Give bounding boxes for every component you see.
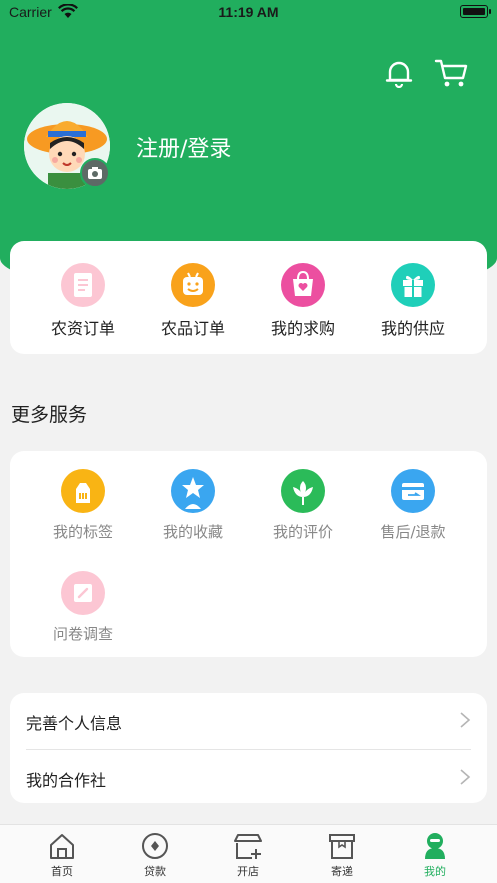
tab-label: 首页 (51, 865, 73, 878)
settings-row-complete-profile[interactable]: 完善个人信息 (10, 693, 487, 750)
order-item-agri-supplies[interactable]: 农资订单 (28, 263, 138, 339)
service-item-label: 我的评价 (272, 523, 333, 541)
settings-list: 完善个人信息 我的合作社 (10, 693, 487, 803)
home-icon (50, 834, 74, 859)
order-item-label: 农资订单 (50, 319, 115, 338)
tag-icon (61, 469, 105, 513)
battery-icon (460, 5, 491, 18)
tab-delivery[interactable]: 寄递 (312, 831, 372, 879)
survey-icon (61, 571, 105, 615)
order-item-my-supply[interactable]: 我的供应 (358, 263, 468, 339)
document-icon (61, 263, 105, 307)
login-register-link[interactable]: 注册/登录 (136, 131, 231, 163)
tab-mine[interactable]: 我的 (405, 831, 465, 879)
star-person-icon (171, 469, 215, 513)
tab-label: 贷款 (144, 865, 166, 878)
settings-row-my-cooperative[interactable]: 我的合作社 (10, 750, 487, 803)
tab-loan[interactable]: 贷款 (125, 831, 185, 879)
tab-open-shop[interactable]: 开店 (218, 831, 278, 879)
loan-icon (142, 833, 168, 859)
orders-card: 农资订单 农品订单 我的求购 我的供应 (10, 241, 487, 354)
cart-icon[interactable] (434, 58, 468, 88)
service-item-my-reviews[interactable]: 我的评价 (248, 469, 358, 542)
more-services-title: 更多服务 (11, 404, 88, 426)
order-item-agri-products[interactable]: 农品订单 (138, 263, 248, 339)
service-item-label: 问卷调查 (52, 625, 113, 643)
service-item-my-favorites[interactable]: 我的收藏 (138, 469, 248, 542)
order-item-label: 农品订单 (160, 319, 225, 338)
services-card: 我的标签 我的收藏 我的评价 售后/退款 问卷调查 (10, 451, 487, 657)
chevron-right-icon (460, 712, 471, 728)
settings-row-label: 我的合作社 (26, 771, 107, 790)
profile-icon (425, 833, 445, 859)
smile-bag-icon (171, 263, 215, 307)
tab-label: 开店 (237, 865, 259, 878)
service-item-survey[interactable]: 问卷调查 (28, 571, 138, 644)
status-bar: Carrier 11:19 AM (0, 0, 497, 26)
service-item-label: 我的标签 (52, 523, 113, 541)
leaf-icon (281, 469, 325, 513)
clock: 11:19 AM (218, 4, 279, 20)
service-item-label: 我的收藏 (162, 523, 223, 541)
delivery-icon (329, 834, 355, 859)
camera-icon[interactable] (80, 158, 110, 188)
service-item-after-sales[interactable]: 售后/退款 (358, 469, 468, 542)
service-item-label: 售后/退款 (380, 523, 446, 541)
tab-label: 寄递 (331, 865, 353, 878)
order-item-my-purchase[interactable]: 我的求购 (248, 263, 358, 339)
tab-bar: 首页 贷款 开店 寄递 我的 (0, 824, 497, 883)
tab-home[interactable]: 首页 (32, 831, 92, 879)
service-item-my-tags[interactable]: 我的标签 (28, 469, 138, 542)
shopping-bag-icon (281, 263, 325, 307)
chevron-right-icon (460, 769, 471, 785)
order-item-label: 我的求购 (270, 319, 335, 338)
gift-icon (391, 263, 435, 307)
shop-icon (234, 834, 262, 859)
bell-icon[interactable] (384, 58, 414, 88)
tab-label: 我的 (424, 865, 446, 878)
order-item-label: 我的供应 (380, 319, 445, 338)
refund-icon (391, 469, 435, 513)
settings-row-label: 完善个人信息 (26, 714, 123, 733)
